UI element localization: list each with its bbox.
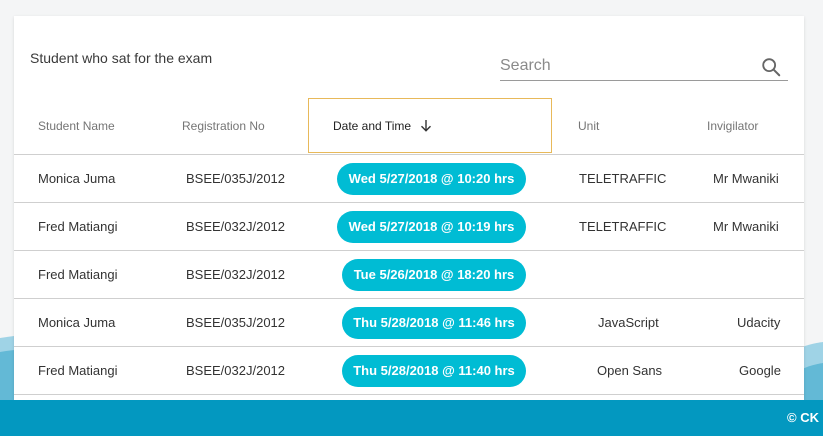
- column-header-unit[interactable]: Unit: [578, 98, 599, 154]
- invigilator-cell: Udacity: [737, 315, 781, 330]
- search-input[interactable]: [500, 54, 750, 78]
- table-row[interactable]: Monica Juma BSEE/035J/2012 Thu 5/28/2018…: [14, 299, 804, 347]
- footer-copyright: © CK: [787, 410, 819, 425]
- registration-no-cell: BSEE/035J/2012: [186, 315, 286, 330]
- student-name-cell: Monica Juma: [38, 171, 116, 186]
- table-row[interactable]: Fred Matiangi BSEE/032J/2012 Tue 5/26/20…: [14, 251, 804, 299]
- student-name-cell: Monica Juma: [38, 315, 116, 330]
- column-header-date-label: Date and Time: [333, 119, 412, 133]
- invigilator-cell: Mr Mwaniki: [713, 171, 779, 186]
- column-header-invigilator[interactable]: Invigilator: [707, 98, 758, 154]
- unit-cell: Open Sans: [597, 363, 663, 378]
- column-header-registration-no[interactable]: Registration No: [182, 98, 265, 154]
- unit-cell: JavaScript: [598, 315, 659, 330]
- invigilator-cell: Google: [739, 363, 781, 378]
- student-name-cell: Fred Matiangi: [38, 219, 118, 234]
- search-icon[interactable]: [760, 56, 782, 78]
- table-header-row: Student Name Registration No Date and Ti…: [14, 98, 804, 155]
- unit-cell: TELETRAFFIC: [579, 219, 667, 234]
- registration-no-cell: BSEE/032J/2012: [186, 219, 286, 234]
- date-time-badge[interactable]: Thu 5/28/2018 @ 11:40 hrs: [342, 355, 526, 387]
- exam-students-card: Student who sat for the exam Student Nam…: [14, 16, 804, 400]
- table-row[interactable]: Fred Matiangi BSEE/032J/2012 Thu 5/28/20…: [14, 347, 804, 395]
- footer-bar: © CK: [0, 400, 823, 436]
- date-time-badge[interactable]: Wed 5/27/2018 @ 10:19 hrs: [337, 211, 526, 243]
- column-header-date-and-time[interactable]: Date and Time: [308, 98, 552, 153]
- search-field: [500, 54, 788, 81]
- registration-no-cell: BSEE/032J/2012: [186, 267, 286, 282]
- student-name-cell: Fred Matiangi: [38, 363, 118, 378]
- card-header: Student who sat for the exam: [14, 16, 804, 98]
- unit-cell: TELETRAFFIC: [579, 171, 667, 186]
- table-row[interactable]: Fred Matiangi BSEE/032J/2012 Wed 5/27/20…: [14, 203, 804, 251]
- column-header-student-name[interactable]: Student Name: [38, 98, 115, 154]
- invigilator-cell: Mr Mwaniki: [713, 219, 779, 234]
- student-name-cell: Fred Matiangi: [38, 267, 118, 282]
- registration-no-cell: BSEE/032J/2012: [186, 363, 286, 378]
- date-time-badge[interactable]: Thu 5/28/2018 @ 11:46 hrs: [342, 307, 526, 339]
- arrow-down-icon: [421, 119, 432, 132]
- registration-no-cell: BSEE/035J/2012: [186, 171, 286, 186]
- date-time-badge[interactable]: Tue 5/26/2018 @ 18:20 hrs: [342, 259, 526, 291]
- table-row[interactable]: Monica Juma BSEE/035J/2012 Wed 5/27/2018…: [14, 155, 804, 203]
- card-title: Student who sat for the exam: [30, 50, 213, 66]
- date-time-badge[interactable]: Wed 5/27/2018 @ 10:20 hrs: [337, 163, 526, 195]
